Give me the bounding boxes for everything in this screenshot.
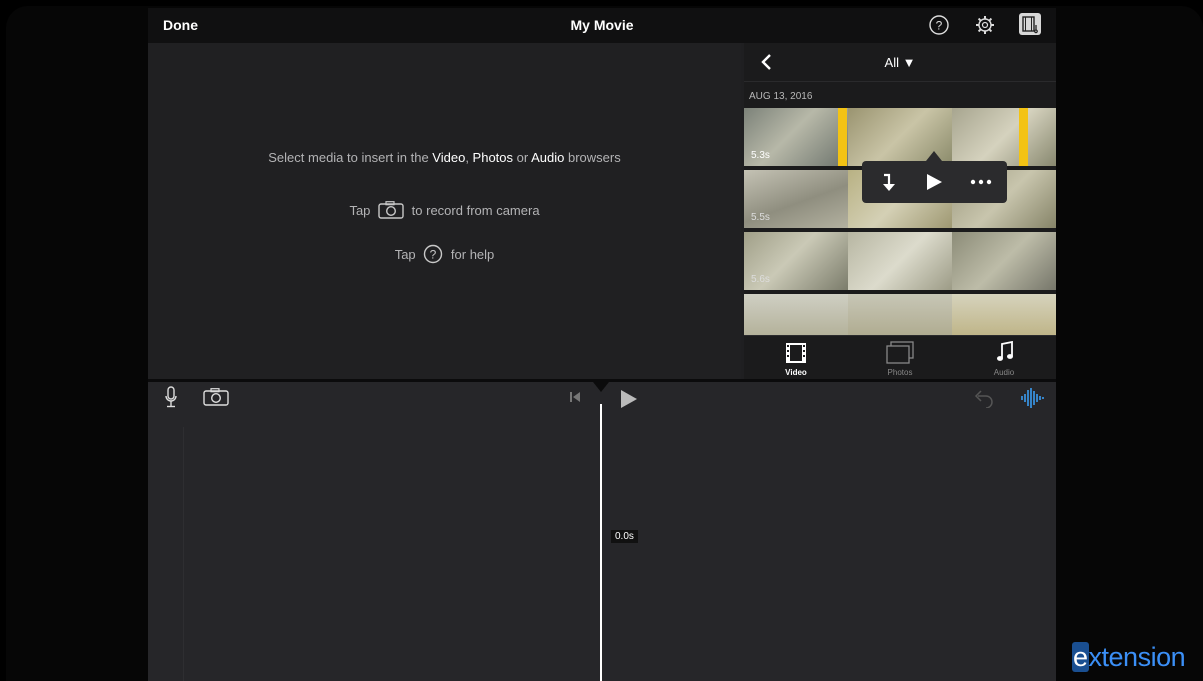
camera-icon [378,201,404,219]
top-bar: Done My Movie ? [148,8,1056,43]
clip-thumbnail [744,294,848,335]
viewer-panel: Select media to insert in the Video, Pho… [148,43,741,379]
skip-to-start-icon[interactable] [569,391,581,403]
undo-icon[interactable] [972,388,994,408]
clip-thumbnail [848,232,952,290]
microphone-icon[interactable] [165,386,177,408]
clip-thumbnail [848,294,952,335]
record-hint: Tap to record from camera [349,201,540,219]
play-icon[interactable] [620,389,638,409]
help-hint: Tap ? for help [148,244,741,264]
settings-gear-icon[interactable] [974,14,996,41]
clip-duration: 5.3s [751,150,770,161]
tab-audio[interactable]: Audio [952,336,1056,380]
tab-label: Video [785,368,807,377]
playhead-notch [593,382,609,392]
svg-text:?: ? [936,19,943,33]
playhead[interactable] [600,404,602,681]
media-browser: All ▼ AUG 13, 2016 5.3s 5.5s 5.6s Video [744,43,1056,380]
tab-label: Photos [887,368,913,377]
more-icon[interactable] [970,179,992,185]
timeline-panel: 0.0s [148,382,1056,681]
play-icon[interactable] [925,173,943,191]
clip-row[interactable] [744,294,1056,335]
clip-duration: 5.6s [751,274,770,285]
project-settings-icon[interactable] [1018,12,1042,41]
insert-media-hint: Select media to insert in the Video, Pho… [268,150,621,165]
photos-icon [886,341,914,364]
clip-thumbnail [952,232,1056,290]
timecode-label: 0.0s [611,530,638,543]
svg-text:?: ? [430,247,437,261]
audio-waveform-icon[interactable] [1020,387,1044,409]
photos-browser-link: Photos [472,150,514,165]
film-strip-icon [786,343,806,363]
insert-clip-icon[interactable] [878,172,898,192]
clip-thumbnail [952,294,1056,335]
popover-arrow [926,151,942,161]
browser-tab-bar: Video Photos Audio [744,335,1056,380]
camera-icon[interactable] [203,388,229,406]
music-note-icon [997,341,1013,361]
project-title: My Movie [570,17,634,33]
tab-label: Audio [993,368,1015,377]
tab-video[interactable]: Video [744,336,848,380]
filter-dropdown[interactable]: All ▼ [744,55,1056,70]
clip-row[interactable]: 5.6s [744,232,1056,290]
extension-watermark-logo: extension [1072,642,1186,672]
audio-browser-link: Audio [531,150,565,165]
date-header: AUG 13, 2016 [749,91,813,102]
clip-duration: 5.5s [751,212,770,223]
browser-header: All ▼ [744,43,1056,82]
clip-action-popover [862,161,1007,203]
tab-photos[interactable]: Photos [848,336,952,380]
video-browser-link: Video [432,150,466,165]
help-icon[interactable]: ? [928,14,950,41]
timeline-track-line [183,427,184,681]
help-icon: ? [424,244,443,264]
